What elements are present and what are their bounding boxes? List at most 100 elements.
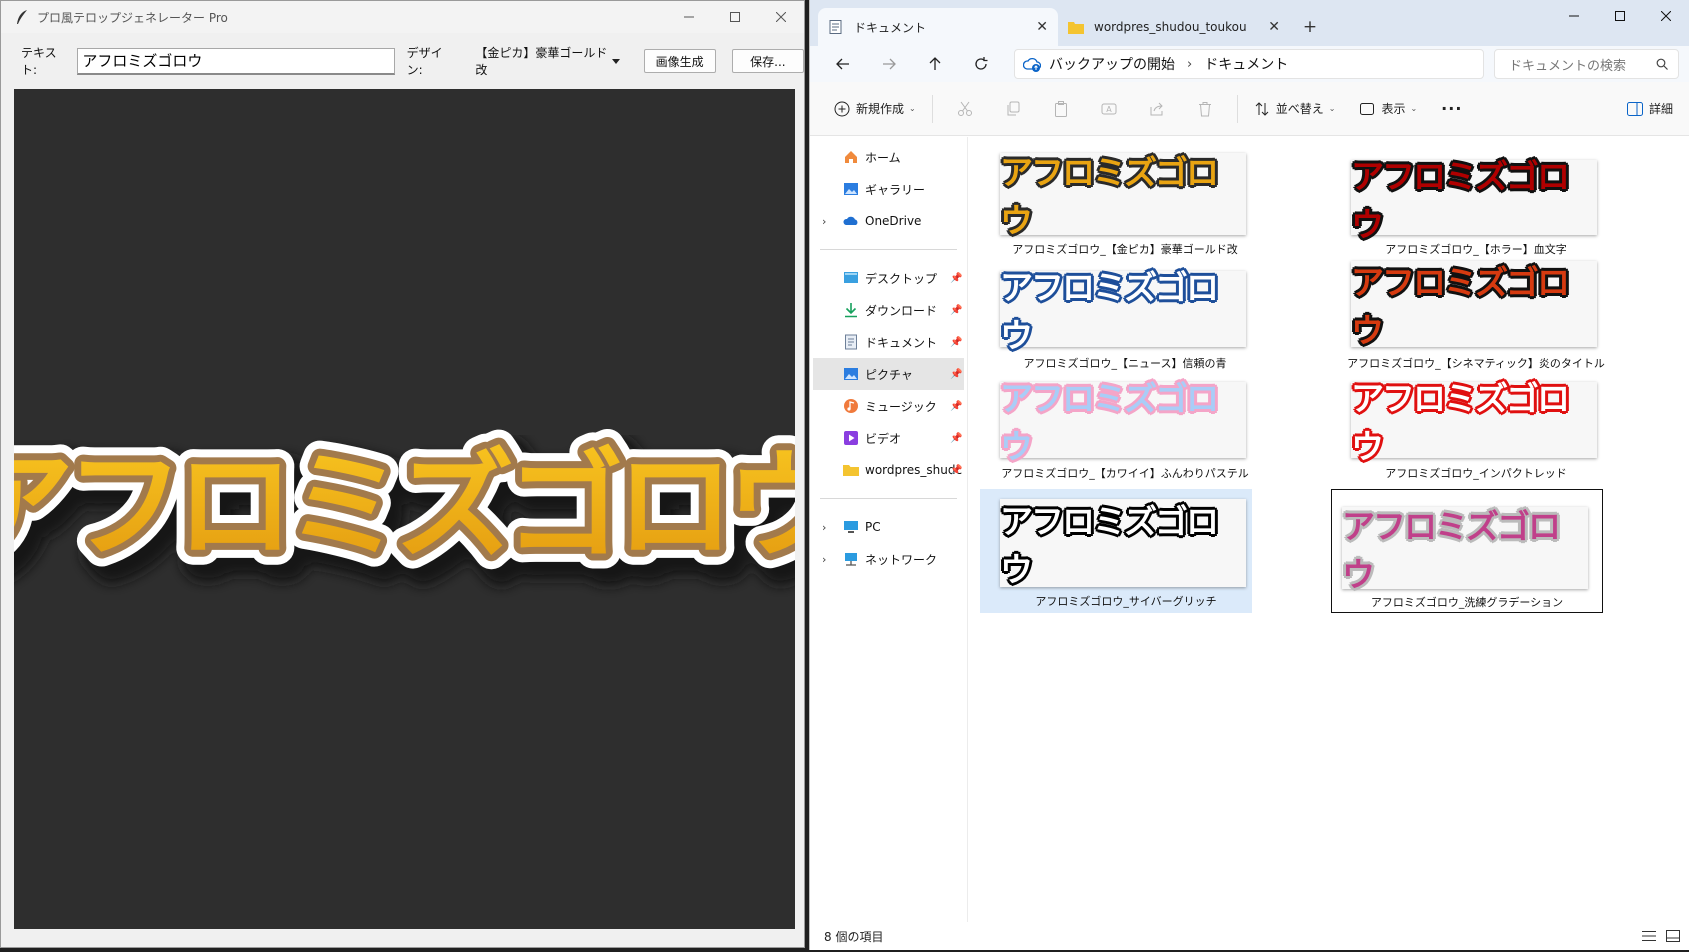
sidebar-item-videos[interactable]: ビデオ 📌 [810, 422, 967, 454]
thumbnail-text: アフロミズゴロウ [1342, 507, 1561, 594]
up-button[interactable] [912, 49, 958, 79]
tab-documents[interactable]: ドキュメント ✕ [818, 8, 1058, 46]
file-thumbnail: アフロミズゴロウ [1000, 268, 1246, 355]
thumbnail-text: アフロミズゴロウ [1351, 263, 1570, 350]
plus-icon: + [1302, 17, 1318, 37]
rename-button[interactable]: A [1085, 93, 1133, 125]
chevron-right-icon[interactable]: › [822, 215, 826, 228]
tab-bar: ドキュメント ✕ wordpres_shudou_toukou ✕ + [810, 0, 1689, 46]
sidebar-item-home[interactable]: ホーム [810, 141, 967, 173]
close-icon[interactable]: ✕ [1268, 19, 1280, 35]
text-label: テキスト: [21, 46, 57, 77]
chevron-down-icon: ⌄ [1410, 104, 1418, 113]
maximize-icon [1615, 11, 1625, 21]
network-icon [845, 553, 857, 566]
sidebar-item-label: PC [865, 520, 881, 534]
paste-button[interactable] [1037, 93, 1085, 125]
pin-icon[interactable]: 📌 [950, 465, 962, 476]
delete-button[interactable] [1181, 93, 1229, 125]
sidebar-item-label: ミュージック [865, 399, 937, 414]
breadcrumb-backup[interactable]: バックアップの開始 [1049, 54, 1175, 74]
file-item[interactable]: アフロミズゴロウ アフロミズゴロウ_インパクトレッド [1341, 372, 1611, 496]
pin-icon[interactable]: 📌 [950, 273, 962, 284]
large-icons-view-icon[interactable] [1666, 930, 1680, 942]
sidebar-item-gallery[interactable]: ギャラリー [810, 173, 967, 205]
design-select[interactable]: 【金ピカ】豪華ゴールド改 [475, 44, 621, 78]
cloud-backup-icon [1023, 57, 1041, 72]
cut-button[interactable] [941, 93, 989, 125]
document-icon [845, 334, 857, 350]
chevron-right-icon[interactable]: › [822, 521, 826, 534]
minimize-button[interactable] [666, 1, 712, 33]
scissors-icon [957, 101, 972, 116]
file-item[interactable]: アフロミズゴロウ アフロミズゴロウ_【ホラー】血文字 [1341, 143, 1611, 267]
gallery-icon [844, 183, 858, 195]
save-button[interactable]: 保存... [731, 49, 804, 73]
file-thumbnail: アフロミズゴロウ [1000, 379, 1246, 466]
sidebar-item-wordpres[interactable]: wordpres_shudc 📌 [810, 454, 967, 486]
view-button[interactable]: 表示 ⌄ [1351, 93, 1425, 125]
telop-generator-window: プロ風テロップジェネレーター Pro テキスト: デザイン: 【金ピカ】豪華ゴー… [0, 0, 874, 948]
pc-icon [844, 521, 858, 533]
address-bar[interactable]: バックアップの開始 › ドキュメント [1014, 49, 1484, 79]
search-placeholder: ドキュメントの検索 [1509, 58, 1627, 74]
close-icon[interactable]: ✕ [1036, 19, 1048, 35]
sidebar-item-network[interactable]: › ネットワーク [810, 543, 967, 575]
sort-button[interactable]: 並べ替え ⌄ [1246, 93, 1344, 125]
pin-icon[interactable]: 📌 [950, 369, 962, 380]
new-button[interactable]: 新規作成 ⌄ [826, 93, 924, 125]
copy-icon [1007, 101, 1020, 115]
sidebar-item-pictures[interactable]: ピクチャ 📌 [813, 358, 964, 390]
preview-telop: アフロミズゴロウ アフロミズゴロウ アフロミズゴロウ アフロミズゴロウ [0, 422, 874, 607]
file-grid: アフロミズゴロウ アフロミズゴロウ_【金ピカ】豪華ゴールド改 アフロミズゴロウ … [974, 137, 1689, 922]
rename-icon: A [1101, 103, 1117, 114]
file-item-selected[interactable]: アフロミズゴロウ アフロミズゴロウ_サイバーグリッチ [980, 489, 1252, 613]
sidebar-item-music[interactable]: ミュージック 📌 [810, 390, 967, 422]
file-item[interactable]: アフロミズゴロウ アフロミズゴロウ_【カワイイ】ふんわりパステル [990, 372, 1260, 496]
sidebar-item-downloads[interactable]: ダウンロード 📌 [810, 294, 967, 326]
search-input[interactable]: ドキュメントの検索 [1494, 49, 1679, 79]
minimize-icon [684, 16, 694, 18]
chevron-down-icon: ⌄ [1328, 104, 1336, 113]
maximize-button[interactable] [712, 1, 758, 33]
thumbnail-text: アフロミズゴロウ [1000, 268, 1219, 355]
more-button[interactable]: ··· [1433, 93, 1470, 125]
details-view-icon[interactable] [1642, 930, 1656, 942]
file-name: アフロミズゴロウ_【金ピカ】豪華ゴールド改 [1012, 243, 1238, 256]
back-button[interactable] [820, 49, 866, 79]
navigation-pane: ホーム ギャラリー › OneDrive デスクトップ 📌 ダウンロード 📌 ド… [810, 137, 968, 922]
sidebar-item-desktop[interactable]: デスクトップ 📌 [810, 262, 967, 294]
pin-icon[interactable]: 📌 [950, 401, 962, 412]
details-button[interactable]: 詳細 [1619, 93, 1681, 125]
pin-icon[interactable]: 📌 [950, 337, 962, 348]
sidebar-item-label: ダウンロード [865, 303, 938, 318]
sidebar-item-documents[interactable]: ドキュメント 📌 [810, 326, 967, 358]
sidebar-item-onedrive[interactable]: › OneDrive [810, 205, 967, 237]
forward-button[interactable] [866, 49, 912, 79]
pin-icon[interactable]: 📌 [950, 433, 962, 444]
generate-button[interactable]: 画像生成 [643, 49, 716, 73]
refresh-button[interactable] [958, 49, 1004, 79]
maximize-button[interactable] [1597, 0, 1643, 32]
file-item[interactable]: アフロミズゴロウ アフロミズゴロウ_【金ピカ】豪華ゴールド改 [990, 143, 1260, 267]
share-button[interactable] [1133, 93, 1181, 125]
text-input[interactable] [77, 47, 395, 75]
file-item-focused[interactable]: アフロミズゴロウ アフロミズゴロウ_洗練グラデーション [1331, 489, 1603, 613]
tab-wordpres[interactable]: wordpres_shudou_toukou ✕ [1058, 8, 1290, 46]
close-button[interactable] [758, 1, 804, 33]
arrow-left-icon [836, 58, 849, 70]
chevron-right-icon[interactable]: › [822, 553, 826, 566]
sidebar-item-pc[interactable]: › PC [810, 511, 967, 543]
breadcrumb-documents[interactable]: ドキュメント [1204, 54, 1288, 74]
navigation-bar: バックアップの開始 › ドキュメント ドキュメントの検索 [810, 46, 1689, 82]
file-name: アフロミズゴロウ_【ニュース】信頼の青 [1023, 357, 1227, 370]
pin-icon[interactable]: 📌 [950, 305, 962, 316]
new-tab-button[interactable]: + [1290, 8, 1330, 46]
desktop-icon [844, 272, 858, 283]
minimize-button[interactable] [1551, 0, 1597, 32]
file-item[interactable]: アフロミズゴロウ アフロミズゴロウ_【ニュース】信頼の青 [990, 261, 1260, 385]
status-bar: 8 個の項目 [810, 922, 1689, 950]
file-item[interactable]: アフロミズゴロウ アフロミズゴロウ_【シネマティック】炎のタイトル [1341, 261, 1611, 385]
copy-button[interactable] [989, 93, 1037, 125]
close-button[interactable] [1643, 0, 1689, 32]
